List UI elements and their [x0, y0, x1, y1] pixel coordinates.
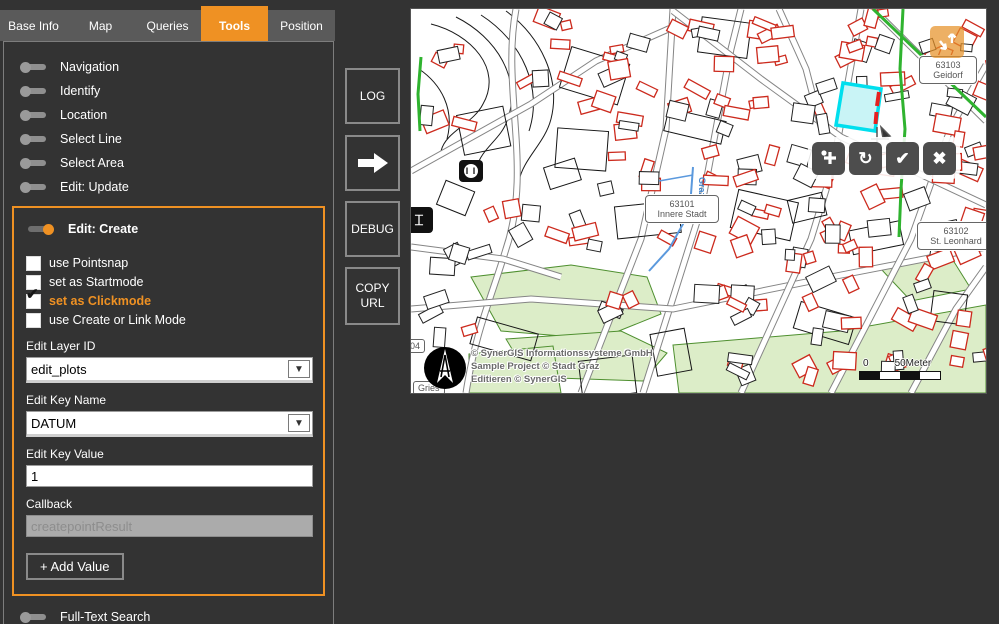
toggle-switch-icon: [20, 134, 46, 144]
copy-url-button[interactable]: COPY URL: [345, 267, 400, 325]
checkbox-label: set as Clickmode: [49, 294, 151, 308]
tab-queries[interactable]: Queries: [134, 10, 201, 41]
edit-layer-id-select[interactable]: edit_plots ▼: [26, 357, 313, 383]
add-point-icon: [819, 148, 839, 168]
toggle-label: Navigation: [60, 60, 119, 74]
pan-widget[interactable]: [930, 26, 964, 58]
debug-button[interactable]: DEBUG: [345, 201, 400, 257]
field-callback: Callback: [26, 497, 313, 537]
pan-arrows-icon: [933, 29, 961, 55]
edit-create-options: use Pointsnap set as Startmode ✔ set as …: [26, 254, 313, 329]
toggle-select-line[interactable]: Select Line: [20, 128, 333, 150]
toggle-switch-on-icon: [28, 224, 54, 234]
edit-key-value-input[interactable]: [26, 465, 313, 487]
toggle-switch-icon: [20, 110, 46, 120]
checkbox-use-pointsnap[interactable]: use Pointsnap: [26, 254, 313, 272]
log-button[interactable]: LOG: [345, 68, 400, 124]
field-edit-key-name: Edit Key Name DATUM ▼: [26, 393, 313, 437]
toggle-select-area[interactable]: Select Area: [20, 152, 333, 174]
refresh-icon: ↻: [858, 150, 872, 167]
field-label: Edit Key Value: [26, 447, 313, 461]
tab-tools[interactable]: Tools: [201, 6, 268, 41]
cancel-button[interactable]: ✖: [923, 142, 956, 175]
field-label: Edit Layer ID: [26, 339, 313, 353]
toggle-label: Location: [60, 108, 107, 122]
checkbox-use-create-or-link[interactable]: use Create or Link Mode: [26, 311, 313, 329]
scale-max-label: 50Meter: [895, 358, 932, 369]
tools-panel: Navigation Identify Location Select Line…: [3, 41, 334, 624]
map-viewport[interactable]: Grazbach 63103 Geidorf 63101 Innere Stad…: [410, 8, 987, 394]
checkbox-icon: [26, 256, 41, 271]
chevron-down-icon[interactable]: ▼: [288, 414, 310, 432]
toggle-location[interactable]: Location: [20, 104, 333, 126]
checkbox-checked-icon: ✔: [26, 294, 41, 309]
chevron-down-icon[interactable]: ▼: [288, 360, 310, 378]
app-window: Base Info Map Queries Tools Position Nav…: [0, 0, 999, 624]
tab-position[interactable]: Position: [268, 10, 335, 41]
toggle-label: Full-Text Search: [60, 610, 150, 624]
district-label-st-leonhard: 63102 St. Leonhard: [917, 222, 987, 250]
confirm-button[interactable]: ✔: [886, 142, 919, 175]
checkbox-label: set as Startmode: [49, 275, 144, 289]
tab-map[interactable]: Map: [67, 10, 134, 41]
toggle-edit-update[interactable]: Edit: Update: [20, 176, 333, 198]
scale-bar: 0 50Meter: [859, 358, 959, 380]
toggle-switch-icon: [20, 62, 46, 72]
toggle-label: Select Area: [60, 156, 124, 170]
tool-toggle-list: Navigation Identify Location Select Line…: [4, 42, 333, 198]
toggle-full-text-search[interactable]: Full-Text Search: [20, 606, 333, 624]
next-arrow-button[interactable]: [345, 135, 400, 191]
toggle-label: Select Line: [60, 132, 122, 146]
north-arrow-icon: [423, 345, 467, 391]
toggle-label: Identify: [60, 84, 100, 98]
tab-base-info[interactable]: Base Info: [0, 10, 67, 41]
toggle-switch-icon: [20, 182, 46, 192]
toggle-switch-icon: [20, 158, 46, 168]
toggle-navigation[interactable]: Navigation: [20, 56, 333, 78]
scale-zero-label: 0: [863, 358, 869, 369]
map-copyright: © SynerGIS Informationssysteme GmbH Samp…: [471, 347, 653, 386]
checkbox-icon: [26, 313, 41, 328]
right-arrow-icon: [356, 151, 390, 175]
toggle-label: Edit: Update: [60, 180, 129, 194]
district-label-innere-stadt: 63101 Innere Stadt: [645, 195, 719, 223]
tool-toggle-list-bottom: Full-Text Search Buffer: [4, 606, 333, 624]
field-label: Callback: [26, 497, 313, 511]
toggle-switch-icon: [20, 612, 46, 622]
map-poi-symbol-tram: ⌶: [410, 207, 433, 233]
callback-input: [26, 515, 313, 537]
sidebar: Base Info Map Queries Tools Position Nav…: [0, 0, 335, 624]
add-value-button[interactable]: + Add Value: [26, 553, 124, 580]
field-label: Edit Key Name: [26, 393, 313, 407]
checkbox-set-as-clickmode[interactable]: ✔ set as Clickmode: [26, 292, 313, 310]
close-icon: ✖: [932, 150, 946, 167]
section-title: Edit: Create: [68, 222, 138, 236]
scale-bar-segments: [859, 371, 941, 380]
toggle-identify[interactable]: Identify: [20, 80, 333, 102]
select-value: edit_plots: [27, 362, 288, 377]
map-poi-symbol: I I: [459, 160, 483, 182]
edit-key-name-select[interactable]: DATUM ▼: [26, 411, 313, 437]
checkmark-icon: ✔: [895, 150, 909, 167]
reset-button[interactable]: ↻: [849, 142, 882, 175]
edit-create-section: Edit: Create use Pointsnap set as Startm…: [12, 206, 325, 596]
toggle-edit-create[interactable]: Edit: Create: [28, 218, 313, 240]
checkbox-label: use Create or Link Mode: [49, 313, 186, 327]
district-label-geidorf: 63103 Geidorf: [919, 56, 977, 84]
field-edit-key-value: Edit Key Value: [26, 447, 313, 487]
tab-bar: Base Info Map Queries Tools Position: [0, 10, 335, 41]
add-point-button[interactable]: [812, 142, 845, 175]
toggle-switch-icon: [20, 86, 46, 96]
field-edit-layer-id: Edit Layer ID edit_plots ▼: [26, 339, 313, 383]
checkbox-label: use Pointsnap: [49, 256, 128, 270]
checkbox-set-as-startmode[interactable]: set as Startmode: [26, 273, 313, 291]
select-value: DATUM: [27, 416, 288, 431]
edit-feature-toolbar: ↻ ✔ ✖: [808, 137, 960, 179]
